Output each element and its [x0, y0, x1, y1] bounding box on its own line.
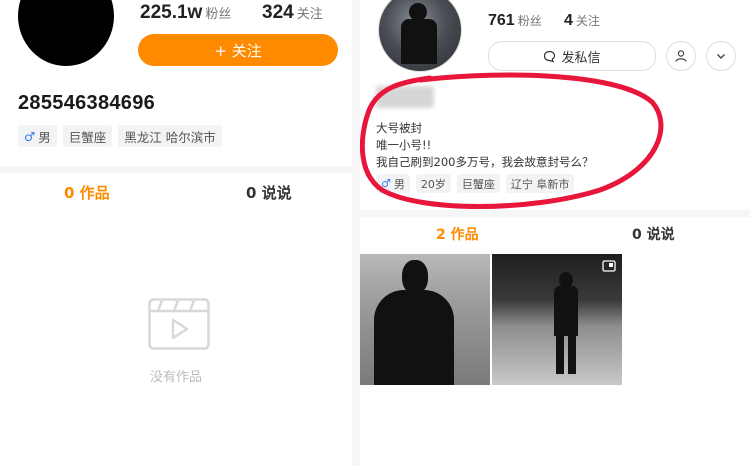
followers-count: 225.1w: [140, 2, 203, 23]
followers-label: 粉丝: [517, 14, 542, 28]
followers-count: 761: [488, 12, 515, 29]
panel-divider: [352, 0, 360, 466]
profile-tags: ♂ 男 巨蟹座 黑龙江 哈尔滨市: [18, 125, 222, 147]
following-stat[interactable]: 4 关注: [564, 10, 600, 30]
followers-stat[interactable]: 225.1w 粉丝: [140, 2, 231, 24]
tab-posts[interactable]: 0 说说: [632, 224, 675, 244]
following-count: 324: [262, 2, 294, 23]
multi-image-icon: [602, 260, 616, 272]
following-count: 4: [564, 12, 573, 29]
profile-button[interactable]: [666, 41, 696, 71]
following-label: 关注: [575, 14, 600, 28]
red-annotation-circle: [360, 72, 664, 209]
video-clip-icon: [148, 298, 210, 350]
follow-button-label: + 关注: [214, 41, 262, 60]
avatar[interactable]: [18, 0, 114, 66]
gender-tag: ♂ 男: [18, 125, 57, 147]
followers-stat[interactable]: 761 粉丝: [488, 10, 542, 30]
tab-works[interactable]: 2 作品: [436, 224, 479, 244]
profile-panel-left: 225.1w 粉丝 324 关注 + 关注 285546384696 ♂ 男 巨蟹座 …: [0, 0, 352, 466]
tab-posts[interactable]: 0 说说: [246, 182, 292, 203]
section-divider: [0, 166, 352, 173]
location-tag: 黑龙江 哈尔滨市: [118, 125, 222, 147]
avatar[interactable]: [378, 0, 462, 72]
follow-button[interactable]: + 关注: [138, 34, 338, 66]
chat-bubble-icon: [544, 50, 556, 62]
followers-label: 粉丝: [205, 7, 232, 22]
more-button[interactable]: [706, 41, 736, 71]
profile-panel-right: 761 粉丝 4 关注 发私信 大号被封 唯一小号!! 我自己刷到200多万号，我会…: [360, 0, 750, 466]
user-icon: [675, 50, 687, 62]
male-icon: ♂: [24, 128, 36, 144]
following-label: 关注: [296, 7, 323, 22]
message-button[interactable]: 发私信: [488, 41, 656, 71]
chevron-down-icon: [717, 54, 725, 59]
tab-works[interactable]: 0 作品: [64, 182, 110, 203]
message-button-label: 发私信: [561, 50, 601, 66]
following-stat[interactable]: 324 关注: [262, 2, 323, 24]
section-divider: [360, 210, 750, 217]
works-grid: [360, 254, 622, 385]
work-thumbnail[interactable]: [492, 254, 622, 385]
gender-text: 男: [38, 129, 51, 145]
user-id: 285546384696: [18, 92, 156, 114]
empty-state-text: 没有作品: [150, 370, 203, 385]
zodiac-tag: 巨蟹座: [62, 125, 113, 147]
work-thumbnail[interactable]: [360, 254, 490, 385]
